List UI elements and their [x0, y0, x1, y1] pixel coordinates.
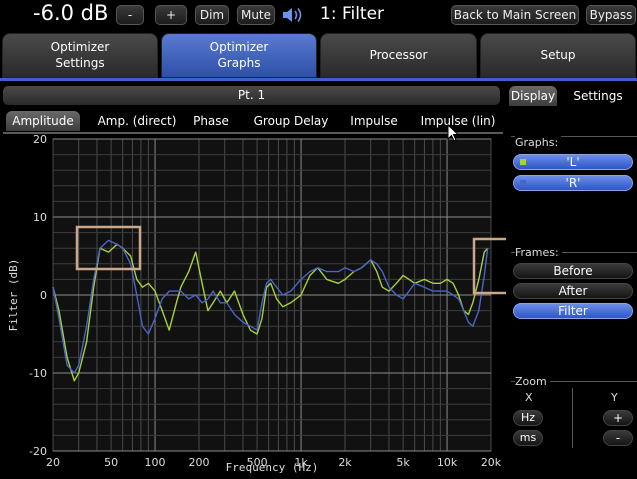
- tab-label: Processor: [369, 47, 428, 62]
- series-blue-swatch: [520, 180, 526, 186]
- frames-group: Frames: Before After Filter: [511, 246, 637, 321]
- zoom-divider: [572, 388, 573, 448]
- x-tick-label: 2k: [338, 456, 352, 469]
- tab-optimizer-graphs[interactable]: Optimizer Graphs: [161, 33, 317, 78]
- graph-r-label: 'R': [565, 176, 581, 190]
- mute-button[interactable]: Mute: [237, 5, 275, 25]
- back-to-main-button[interactable]: Back to Main Screen: [451, 5, 579, 25]
- preset-name: 1: Filter: [320, 4, 385, 24]
- zoom-y-minus-button[interactable]: -: [603, 430, 633, 446]
- zoom-y-plus-button[interactable]: +: [603, 410, 633, 426]
- x-tick-label: 100: [145, 456, 166, 469]
- x-tick-label: 20: [46, 456, 60, 469]
- volume-readout: -6.0 dB: [33, 1, 109, 25]
- x-tick-label: 20k: [481, 456, 502, 469]
- x-tick-label: 5k: [396, 456, 410, 469]
- frames-title: Frames:: [515, 246, 562, 259]
- frame-before-button[interactable]: Before: [513, 263, 633, 279]
- point-selector-bar[interactable]: Pt. 1: [3, 86, 500, 105]
- x-tick-label: 10k: [437, 456, 458, 469]
- point-label: Pt. 1: [237, 88, 266, 102]
- graph-tabs: Amplitude Amp. (direct) Phase Group Dela…: [3, 110, 503, 134]
- frame-filter-button[interactable]: Filter: [513, 303, 633, 319]
- series-green-swatch: [520, 159, 526, 165]
- y-axis-label: Filter (dB): [7, 259, 20, 332]
- graphs-group: Graphs: 'L' 'R': [511, 136, 637, 195]
- volume-up-button[interactable]: +: [155, 5, 187, 25]
- tab-amplitude[interactable]: Amplitude: [6, 111, 80, 131]
- tab-underline: [0, 78, 637, 81]
- tab-phase[interactable]: Phase: [183, 111, 239, 131]
- tab-label: Optimizer: [50, 39, 110, 54]
- tab-right-settings[interactable]: Settings: [562, 86, 634, 106]
- tab-setup[interactable]: Setup: [480, 33, 636, 78]
- y-tick-label: -20: [29, 445, 47, 458]
- tab-label: Optimizer: [209, 39, 269, 54]
- tab-impulse[interactable]: Impulse: [343, 111, 405, 131]
- y-tick-label: 0: [40, 289, 47, 302]
- speaker-icon[interactable]: [281, 5, 305, 25]
- tab-display[interactable]: Display: [509, 86, 557, 106]
- zoom-y-label: Y: [611, 391, 618, 404]
- header-bar: -6.0 dB - + Dim Mute 1: Filter Back to M…: [0, 0, 637, 30]
- tab-amp-direct[interactable]: Amp. (direct): [87, 111, 187, 131]
- tab-label: Setup: [540, 47, 576, 62]
- amplitude-chart[interactable]: 20 50 100 200 500 1k 2k 5k 10k 20k20100-10-20 Fre…: [0, 134, 506, 477]
- dim-button[interactable]: Dim: [195, 5, 229, 25]
- y-tick-label: 10: [33, 211, 47, 224]
- zoom-group: Zoom X Y Hz ms + -: [511, 375, 637, 448]
- tab-group-delay[interactable]: Group Delay: [248, 111, 334, 131]
- tab-processor[interactable]: Processor: [320, 33, 477, 78]
- tab-label: Settings: [55, 55, 105, 70]
- graph-l-toggle[interactable]: 'L': [513, 154, 633, 170]
- tab-label: Graphs: [217, 55, 261, 70]
- y-tick-label: 20: [33, 134, 47, 146]
- graphs-title: Graphs:: [515, 136, 562, 149]
- cursor-icon: [447, 123, 461, 144]
- tab-optimizer-settings[interactable]: Optimizer Settings: [2, 33, 158, 78]
- x-tick-label: 50: [104, 456, 118, 469]
- zoom-x-ms-button[interactable]: ms: [513, 430, 543, 446]
- zoom-x-label: X: [525, 391, 533, 404]
- volume-down-button[interactable]: -: [116, 5, 144, 25]
- frame-after-button[interactable]: After: [513, 283, 633, 299]
- zoom-title: Zoom: [515, 375, 550, 388]
- y-tick-label: -10: [29, 367, 47, 380]
- graph-r-toggle[interactable]: 'R': [513, 175, 633, 191]
- graph-l-label: 'L': [566, 155, 580, 169]
- bypass-button[interactable]: Bypass: [586, 5, 636, 25]
- x-tick-label: 200: [189, 456, 210, 469]
- x-axis-label: Frequency (Hz): [226, 461, 319, 474]
- zoom-x-hz-button[interactable]: Hz: [513, 410, 543, 426]
